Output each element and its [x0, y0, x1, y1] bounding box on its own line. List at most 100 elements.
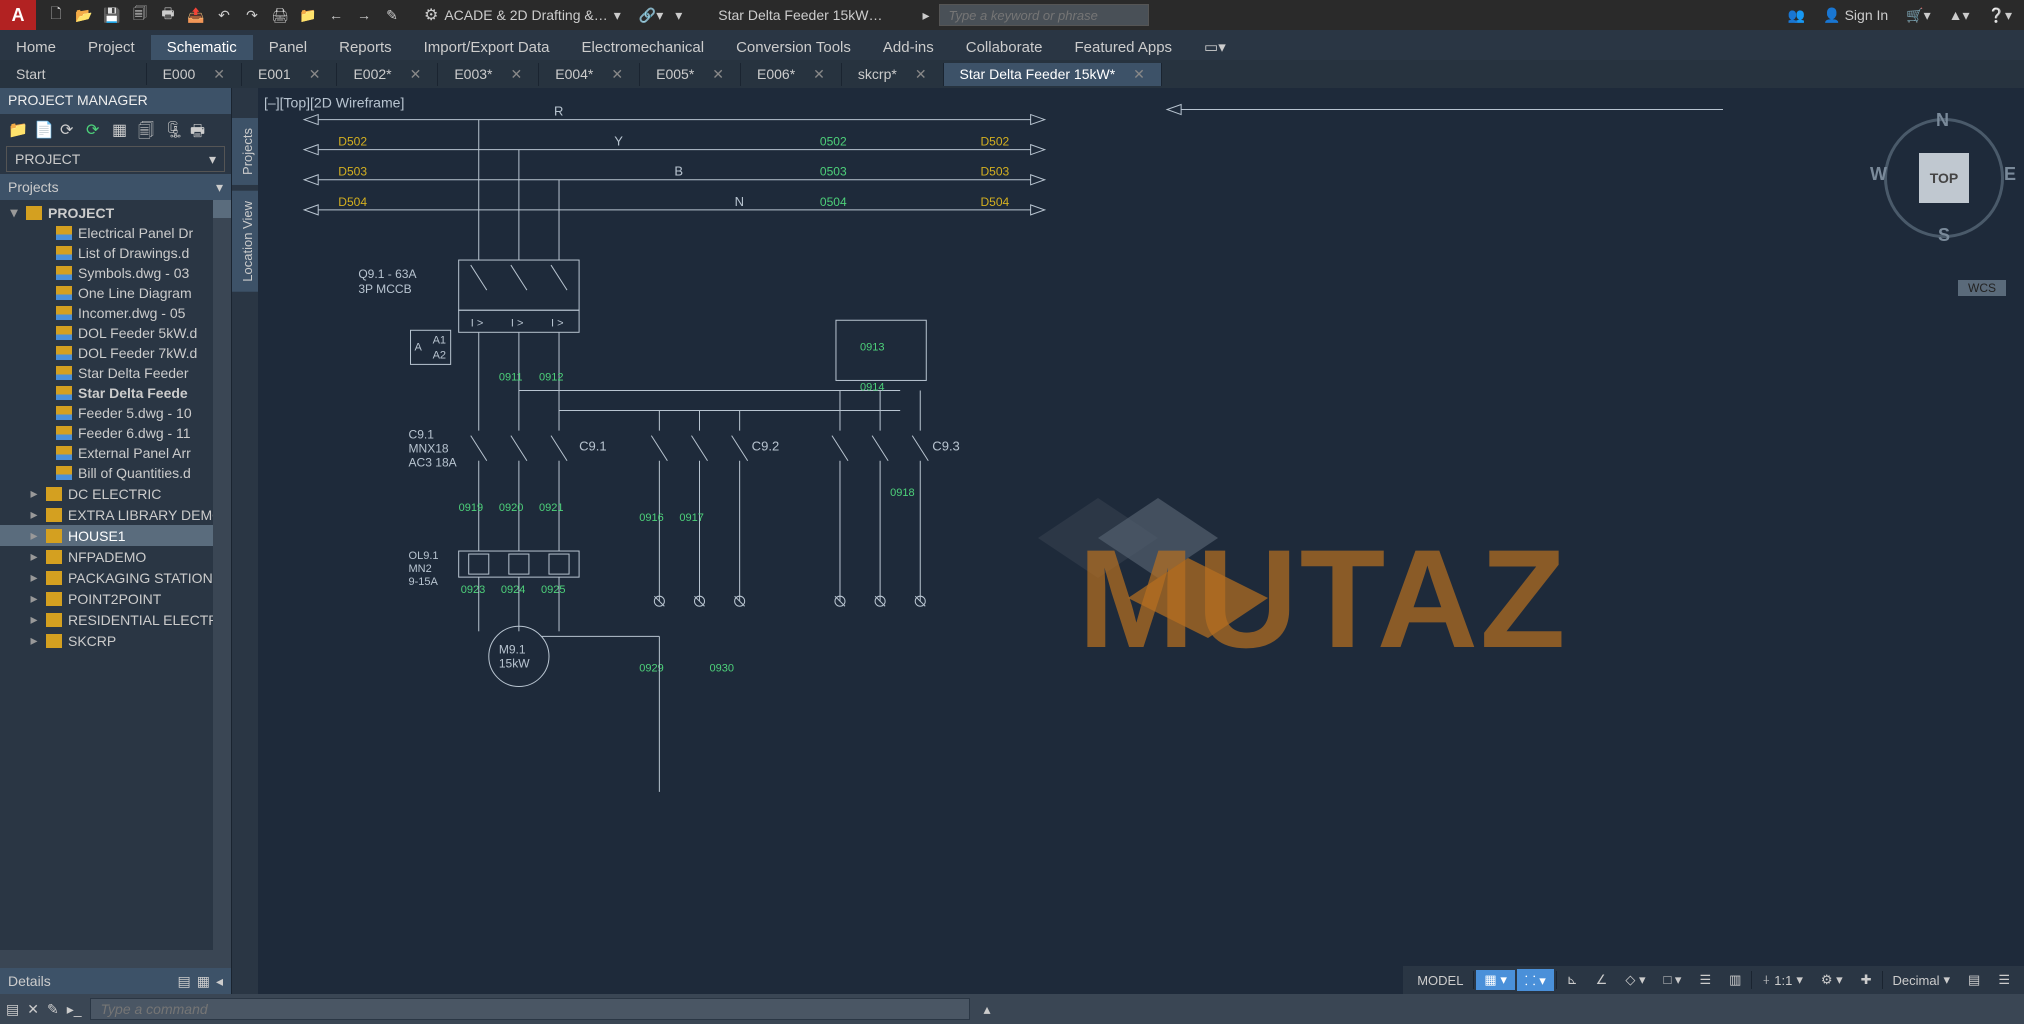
expand-icon[interactable]: ▸: [28, 548, 40, 565]
share-icon[interactable]: 🔗▾: [633, 7, 669, 24]
tree-item-star-delta-feede[interactable]: Star Delta Feede: [0, 383, 231, 403]
close-icon[interactable]: ✕: [511, 66, 523, 83]
tree-item-dol-feeder-5kw-d[interactable]: DOL Feeder 5kW.d: [0, 323, 231, 343]
close-icon[interactable]: ✕: [915, 66, 927, 83]
publish2-icon[interactable]: 🗐: [138, 120, 158, 138]
tree-item-extra-library-demo[interactable]: ▸EXTRA LIBRARY DEMO: [0, 504, 231, 525]
workspace-selector[interactable]: ACADE & 2D Drafting &… ▾: [412, 5, 633, 25]
tree-item-electrical-panel-dr[interactable]: Electrical Panel Dr: [0, 223, 231, 243]
cart-icon[interactable]: 🛒▾: [1906, 7, 1930, 24]
ribbon-tab-electromechanical[interactable]: Electromechanical: [566, 35, 721, 60]
ribbon-tab-schematic[interactable]: Schematic: [151, 35, 253, 60]
close-icon[interactable]: ✕: [410, 66, 422, 83]
drawing-canvas[interactable]: [–][Top][2D Wireframe]RYBND502D503D50405…: [258, 88, 2024, 994]
tree-item-residential-electri[interactable]: ▸RESIDENTIAL ELECTRI: [0, 609, 231, 630]
save-icon[interactable]: 💾: [102, 5, 122, 25]
new-icon[interactable]: 🗋: [46, 5, 66, 25]
zip-icon[interactable]: 🗜: [164, 120, 184, 138]
tree-item-symbols-dwg-03[interactable]: Symbols.dwg - 03: [0, 263, 231, 283]
signin-button[interactable]: 👤 Sign In: [1823, 7, 1888, 24]
dropdown-icon[interactable]: ▾: [669, 7, 688, 24]
side-tab-location-view[interactable]: Location View: [232, 191, 258, 292]
ribbon-tab-add-ins[interactable]: Add-ins: [867, 35, 950, 60]
file-tab-star-delta-feeder-15kw-[interactable]: Star Delta Feeder 15kW*✕: [944, 63, 1162, 86]
tree-item-point2point[interactable]: ▸POINT2POINT: [0, 588, 231, 609]
tree-item-incomer-dwg-05[interactable]: Incomer.dwg - 05: [0, 303, 231, 323]
tree-item-star-delta-feeder[interactable]: Star Delta Feeder: [0, 363, 231, 383]
ribbon-tab-panel[interactable]: Panel: [253, 35, 323, 60]
ribbon-tab-import-export-data[interactable]: Import/Export Data: [408, 35, 566, 60]
tree-item-dol-feeder-7kw-d[interactable]: DOL Feeder 7kW.d: [0, 343, 231, 363]
annotation-monitor[interactable]: ✚: [1853, 970, 1880, 990]
model-space-button[interactable]: MODEL: [1409, 971, 1471, 990]
tree-item-house1[interactable]: ▸HOUSE1: [0, 525, 231, 546]
open-icon[interactable]: 📂: [74, 5, 94, 25]
refresh-icon[interactable]: ⟳: [60, 120, 80, 138]
ribbon-tab-conversion-tools[interactable]: Conversion Tools: [720, 35, 867, 60]
exchange-icon[interactable]: ▲▾: [1949, 7, 1970, 24]
file-tab-e001[interactable]: E001✕: [242, 63, 337, 86]
expand-icon[interactable]: ▸: [28, 569, 40, 586]
expand-icon[interactable]: ▾: [8, 204, 20, 221]
ribbon-tab-home[interactable]: Home: [0, 35, 72, 60]
plot-icon[interactable]: 🖶: [158, 5, 178, 25]
cmd-close-icon[interactable]: ✕: [27, 1001, 39, 1018]
close-icon[interactable]: ✕: [712, 66, 724, 83]
file-tab-e004-[interactable]: E004*✕: [539, 63, 640, 86]
cmd-history-icon[interactable]: ▴: [984, 1001, 991, 1018]
tree-item-skcrp[interactable]: ▸SKCRP: [0, 630, 231, 651]
ribbon-tab-collaborate[interactable]: Collaborate: [950, 35, 1059, 60]
redo-icon[interactable]: ↷: [242, 5, 262, 25]
ribbon-tab-project[interactable]: Project: [72, 35, 151, 60]
ortho-toggle[interactable]: ⊾: [1559, 970, 1586, 990]
tree-item-list-of-drawings-d[interactable]: List of Drawings.d: [0, 243, 231, 263]
tree-item-feeder-5-dwg-10[interactable]: Feeder 5.dwg - 10: [0, 403, 231, 423]
publish-icon[interactable]: 📤: [186, 5, 206, 25]
close-icon[interactable]: ✕: [1133, 66, 1145, 83]
ribbon-tab-reports[interactable]: Reports: [323, 35, 408, 60]
tree-vertical-scrollbar[interactable]: [213, 200, 231, 950]
close-icon[interactable]: ✕: [213, 66, 225, 83]
nav-arrow-icon[interactable]: ▸: [912, 7, 939, 24]
quick-props-toggle[interactable]: ▤: [1960, 970, 1988, 990]
polar-toggle[interactable]: ∠: [1588, 970, 1616, 990]
next-icon[interactable]: →: [354, 5, 374, 25]
tree-item-project[interactable]: ▾PROJECT: [0, 202, 231, 223]
tree-item-bill-of-quantities-d[interactable]: Bill of Quantities.d: [0, 463, 231, 483]
transparency-toggle[interactable]: ▥: [1721, 970, 1749, 990]
wcs-badge[interactable]: WCS: [1958, 280, 2006, 296]
details-section-header[interactable]: Details ▤ ▦ ◂: [0, 968, 231, 994]
expand-icon[interactable]: ▸: [28, 590, 40, 607]
snap-toggle[interactable]: ⸬ ▾: [1517, 969, 1554, 991]
iso-toggle[interactable]: ◇ ▾: [1617, 970, 1653, 990]
tree-item-packaging-station[interactable]: ▸PACKAGING STATION: [0, 567, 231, 588]
project-combo[interactable]: PROJECT ▾: [6, 146, 225, 172]
prev-icon[interactable]: ←: [326, 5, 346, 25]
connection-icon[interactable]: 👥: [1788, 7, 1805, 24]
command-input[interactable]: [90, 998, 970, 1020]
osnap-toggle[interactable]: □ ▾: [1655, 970, 1689, 990]
tree-horizontal-scrollbar[interactable]: [0, 950, 231, 968]
new-drawing-icon[interactable]: 📄: [34, 120, 54, 138]
saveas-icon[interactable]: 🗐: [130, 5, 150, 25]
tree-item-dc-electric[interactable]: ▸DC ELECTRIC: [0, 483, 231, 504]
tool-icon[interactable]: ✎: [382, 5, 402, 25]
file-tab-start[interactable]: Start: [0, 63, 147, 85]
file-tab-e000[interactable]: E000✕: [147, 63, 242, 86]
print2-icon[interactable]: 🖶: [190, 120, 210, 138]
lineweight-toggle[interactable]: ☰: [1691, 970, 1719, 990]
expand-icon[interactable]: ▸: [28, 485, 40, 502]
viewcube-top-face[interactable]: TOP: [1919, 153, 1969, 203]
tree-item-external-panel-arr[interactable]: External Panel Arr: [0, 443, 231, 463]
new-project-icon[interactable]: 📁: [8, 120, 28, 138]
ribbon-overflow-icon[interactable]: ▭▾: [1188, 34, 1242, 60]
close-icon[interactable]: ✕: [309, 66, 321, 83]
batch-icon[interactable]: 📁: [298, 5, 318, 25]
tree-item-feeder-6-dwg-11[interactable]: Feeder 6.dwg - 11: [0, 423, 231, 443]
file-tab-e002-[interactable]: E002*✕: [337, 63, 438, 86]
search-input[interactable]: [939, 4, 1149, 26]
file-tab-skcrp-[interactable]: skcrp*✕: [842, 63, 944, 86]
grid-toggle[interactable]: ▦ ▾: [1476, 970, 1514, 990]
schematic-drawing[interactable]: [–][Top][2D Wireframe]RYBND502D503D50405…: [258, 88, 2024, 994]
file-tab-e006-[interactable]: E006*✕: [741, 63, 842, 86]
